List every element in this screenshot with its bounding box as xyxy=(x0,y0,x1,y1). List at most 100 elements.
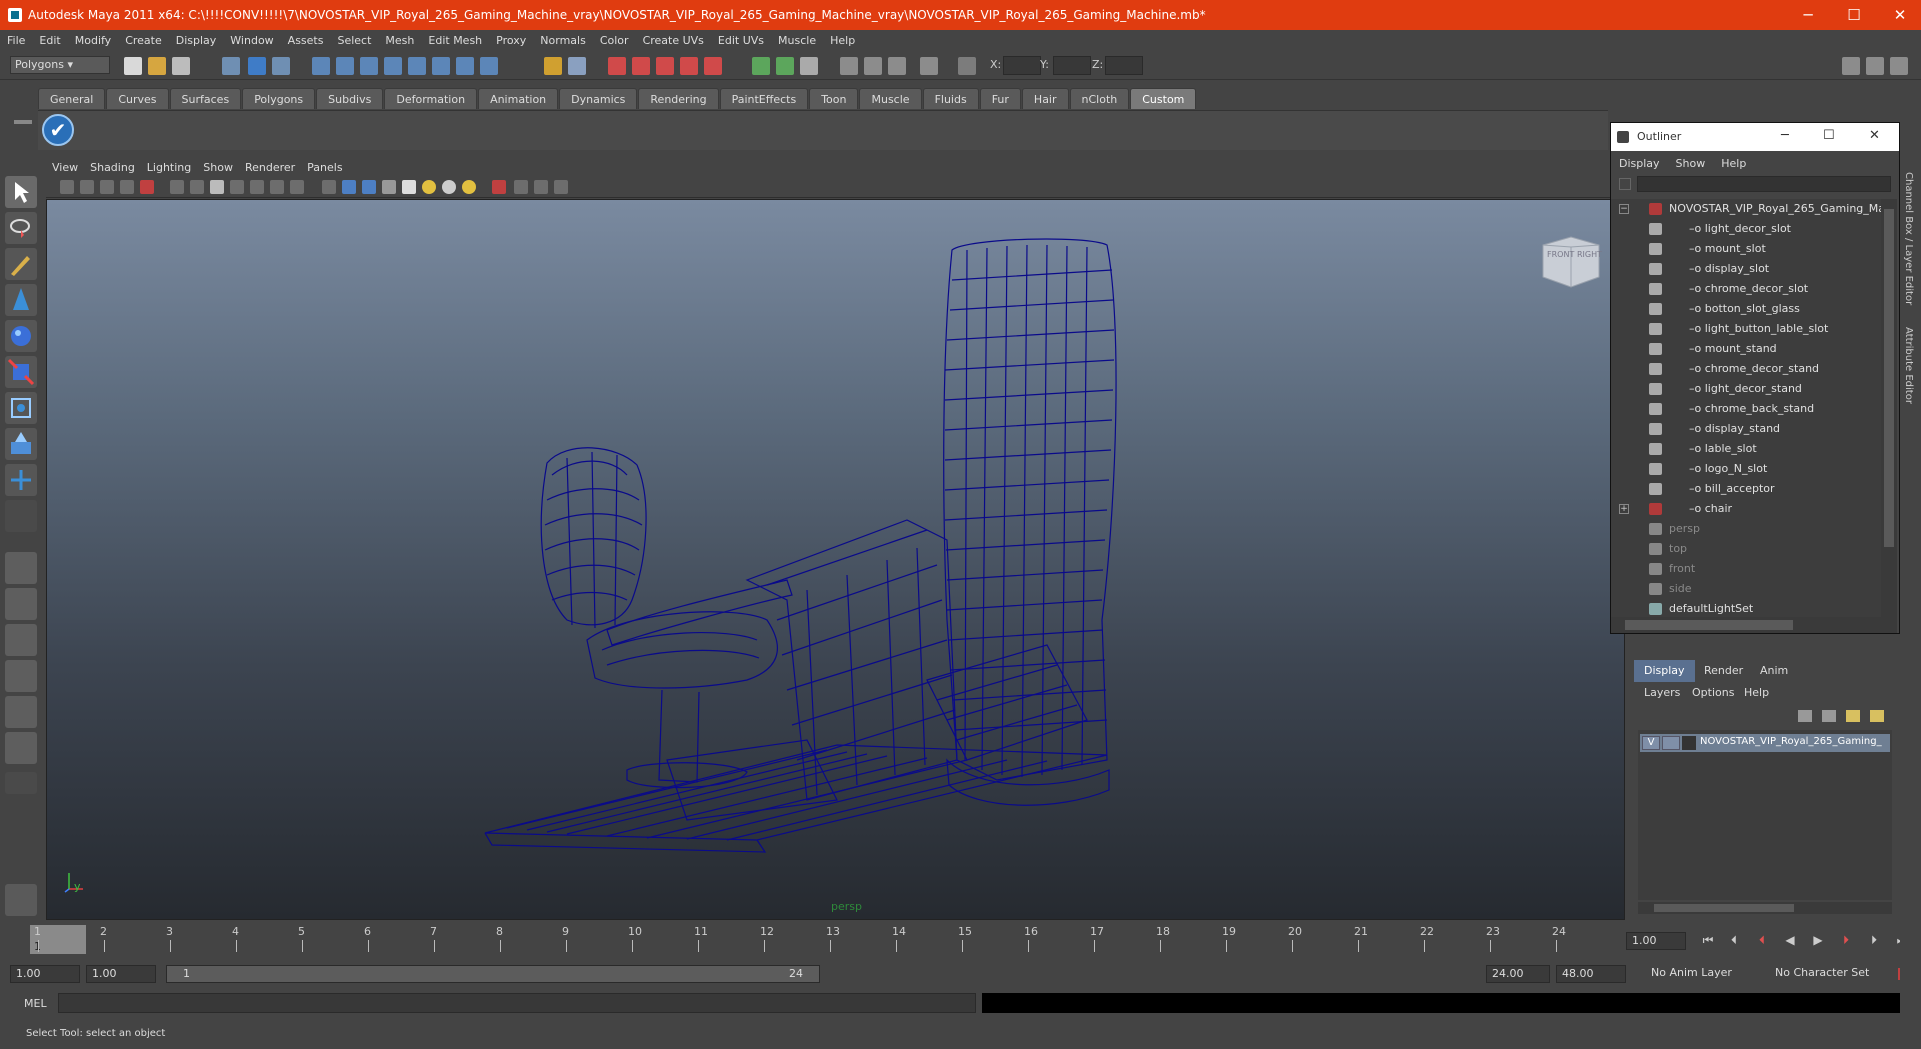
grid-toggle-icon[interactable] xyxy=(170,180,184,194)
outliner-item[interactable]: –o mount_stand xyxy=(1611,339,1881,359)
step-back-frame-icon[interactable]: ⏴ xyxy=(1754,933,1770,947)
textured-icon[interactable] xyxy=(402,180,416,194)
layer-color-swatch[interactable] xyxy=(1682,736,1696,750)
outliner-close-button[interactable]: ✕ xyxy=(1869,128,1880,143)
layer-menu-options[interactable]: Options xyxy=(1692,686,1734,699)
outliner-shortcut-icon[interactable] xyxy=(5,884,37,916)
xray-icon[interactable] xyxy=(382,180,396,194)
lock-icon[interactable] xyxy=(544,57,562,75)
outliner-item[interactable]: –o display_slot xyxy=(1611,259,1881,279)
outliner-item[interactable]: –o botton_slot_glass xyxy=(1611,299,1881,319)
collapse-icon[interactable]: − xyxy=(1619,204,1629,214)
single-pane-layout-icon[interactable] xyxy=(5,552,37,584)
resolution-gate-icon[interactable] xyxy=(210,180,224,194)
time-slider[interactable] xyxy=(0,924,1630,956)
select-component-icon[interactable] xyxy=(272,57,290,75)
bookmark-icon[interactable] xyxy=(100,180,114,194)
safe-action-icon[interactable] xyxy=(270,180,284,194)
outliner-item[interactable]: –o display_stand xyxy=(1611,419,1881,439)
layer-tab-anim[interactable]: Anim xyxy=(1750,660,1798,682)
play-backwards-icon[interactable]: ◀ xyxy=(1782,933,1798,947)
outliner-vertical-scrollbar[interactable] xyxy=(1881,199,1897,617)
menu-edit[interactable]: Edit xyxy=(32,34,67,47)
perspective-viewport[interactable]: FRONT RIGHT y persp xyxy=(46,199,1625,920)
ipr-render-icon[interactable] xyxy=(632,57,650,75)
shelf-tab-hair[interactable]: Hair xyxy=(1021,88,1069,109)
command-language-label[interactable]: MEL xyxy=(24,997,47,1010)
menu-create[interactable]: Create xyxy=(118,34,169,47)
shelf-tab-muscle[interactable]: Muscle xyxy=(859,88,922,109)
menu-muscle[interactable]: Muscle xyxy=(771,34,823,47)
hypershade-icon[interactable] xyxy=(680,57,698,75)
step-forward-key-icon[interactable]: ⏵ xyxy=(1866,933,1882,947)
last-tool-icon[interactable] xyxy=(5,500,37,532)
layer-tab-render[interactable]: Render xyxy=(1694,660,1753,682)
layer-hscroll[interactable] xyxy=(1638,902,1892,914)
layer-move-down-icon[interactable] xyxy=(1870,710,1884,722)
two-sided-icon[interactable] xyxy=(534,180,548,194)
menu-edit-uvs[interactable]: Edit UVs xyxy=(711,34,771,47)
graph-editor-layout-icon[interactable] xyxy=(5,732,37,764)
paint-select-icon[interactable] xyxy=(5,248,37,280)
outliner-item[interactable]: –o chrome_back_stand xyxy=(1611,399,1881,419)
shelf-tab-rendering[interactable]: Rendering xyxy=(638,88,719,109)
menu-proxy[interactable]: Proxy xyxy=(489,34,533,47)
select-tool-icon[interactable] xyxy=(5,176,37,208)
outliner-filter-icon[interactable] xyxy=(1619,178,1631,190)
viewport-menu-show[interactable]: Show xyxy=(197,161,239,174)
make-live-icon[interactable] xyxy=(456,57,474,75)
viewport-menu-shading[interactable]: Shading xyxy=(84,161,141,174)
snap-point-icon[interactable] xyxy=(360,57,378,75)
outliner-item[interactable]: –o chrome_decor_stand xyxy=(1611,359,1881,379)
go-to-start-icon[interactable]: ⏮ xyxy=(1700,933,1716,947)
layer-type-toggle[interactable] xyxy=(1662,736,1680,750)
play-forwards-icon[interactable]: ▶ xyxy=(1810,933,1826,947)
new-layer-icon[interactable] xyxy=(1798,710,1812,722)
layer-menu-layers[interactable]: Layers xyxy=(1644,686,1680,699)
shelf-tab-animation[interactable]: Animation xyxy=(478,88,559,109)
select-hierarchy-icon[interactable] xyxy=(222,57,240,75)
outliner-item[interactable]: –o light_decor_stand xyxy=(1611,379,1881,399)
smooth-shade-icon[interactable] xyxy=(342,180,356,194)
gear-icon[interactable] xyxy=(840,57,858,75)
animation-end-field[interactable]: 48.00 xyxy=(1556,965,1626,983)
menu-normals[interactable]: Normals xyxy=(533,34,593,47)
render-current-icon[interactable] xyxy=(608,57,626,75)
shelf-tab-fluids[interactable]: Fluids xyxy=(922,88,979,109)
outliner-item[interactable]: –o logo_N_slot xyxy=(1611,459,1881,479)
show-manipulator-icon[interactable] xyxy=(5,464,37,496)
outliner-menu-display[interactable]: Display xyxy=(1611,157,1668,170)
shelf-tab-deformation[interactable]: Deformation xyxy=(384,88,478,109)
outliner-item[interactable]: –o lable_slot xyxy=(1611,439,1881,459)
snap-curve-icon[interactable] xyxy=(336,57,354,75)
shelf-tab-painteffects[interactable]: PaintEffects xyxy=(719,88,809,109)
checkmark-icon[interactable]: ✔ xyxy=(42,114,74,146)
menu-display[interactable]: Display xyxy=(169,34,224,47)
z-field[interactable] xyxy=(1105,56,1143,75)
outliner-item[interactable]: − NOVOSTAR_VIP_Royal_265_Gaming_Ma xyxy=(1611,199,1881,219)
persp-outliner-layout-icon[interactable] xyxy=(5,624,37,656)
character-set-select[interactable]: No Character Set xyxy=(1770,965,1884,983)
menu-help[interactable]: Help xyxy=(823,34,862,47)
input-ops-icon[interactable] xyxy=(568,57,586,75)
menu-assets[interactable]: Assets xyxy=(281,34,331,47)
layer-hscroll-thumb[interactable] xyxy=(1654,904,1794,912)
texture-icon[interactable] xyxy=(864,57,882,75)
menu-mesh[interactable]: Mesh xyxy=(378,34,421,47)
maximize-button[interactable]: ☐ xyxy=(1831,0,1877,30)
layer-visibility-toggle[interactable]: V xyxy=(1642,736,1660,750)
shelf-tab-custom[interactable]: Custom xyxy=(1130,88,1197,109)
menu-edit-mesh[interactable]: Edit Mesh xyxy=(421,34,489,47)
snap-live-icon[interactable] xyxy=(408,57,426,75)
outliner-item[interactable]: –o chrome_decor_slot xyxy=(1611,279,1881,299)
soft-mod-icon[interactable] xyxy=(5,428,37,460)
safe-title-icon[interactable] xyxy=(290,180,304,194)
command-input[interactable] xyxy=(58,993,976,1013)
shelf-tab-fur[interactable]: Fur xyxy=(979,88,1021,109)
menu-select[interactable]: Select xyxy=(330,34,378,47)
outliner-item[interactable]: side xyxy=(1611,579,1881,599)
menu-color[interactable]: Color xyxy=(593,34,636,47)
viewport-menu-view[interactable]: View xyxy=(46,161,84,174)
render-settings-icon[interactable] xyxy=(656,57,674,75)
shelf-tab-polygons[interactable]: Polygons xyxy=(242,88,316,109)
